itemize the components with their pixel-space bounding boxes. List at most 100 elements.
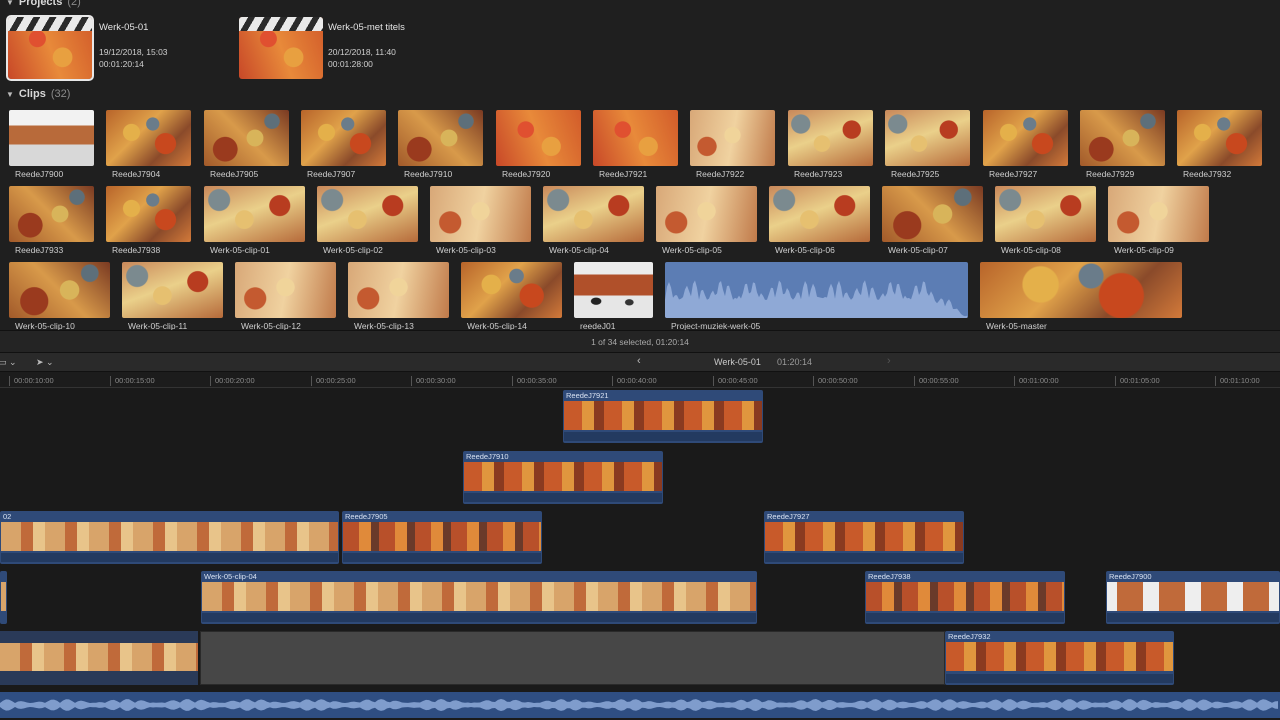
clip-item[interactable]: Werk-05-master	[980, 262, 1182, 331]
clip-thumbnail	[885, 110, 970, 166]
clip-item[interactable]: Werk-05-clip-11	[122, 262, 223, 331]
clip-thumbnail	[543, 186, 644, 242]
clip-thumbnail	[690, 110, 775, 166]
clip-item[interactable]: Project-muziek-werk-05	[665, 262, 968, 331]
clip-item[interactable]: Werk-05-clip-03	[430, 186, 531, 255]
clapperboard-icon	[239, 17, 323, 31]
clip-item[interactable]: ReedeJ7904	[106, 110, 191, 179]
clip-item[interactable]: ReedeJ7927	[983, 110, 1068, 179]
clip-item[interactable]: ReedeJ7921	[593, 110, 678, 179]
audio-track[interactable]	[0, 692, 1280, 718]
layout-menu-icon[interactable]: ▭ ⌄	[0, 357, 17, 368]
projects-header[interactable]: ▼ Projects (2)	[6, 0, 81, 8]
chevron-left-icon[interactable]: ‹	[637, 355, 641, 367]
disclosure-triangle-icon[interactable]: ▼	[6, 90, 14, 99]
clapperboard-icon	[8, 17, 92, 31]
clip-thumbnail	[461, 262, 562, 318]
chevron-right-icon[interactable]: ›	[887, 355, 891, 367]
clip-filmstrip	[946, 642, 1173, 671]
clip-item[interactable]: Werk-05-clip-14	[461, 262, 562, 331]
clip-filmstrip	[1, 522, 338, 551]
waveform-graphic	[665, 280, 968, 318]
clip-item[interactable]: Werk-05-clip-10	[9, 262, 110, 331]
project-title: Werk-05-01	[99, 22, 149, 33]
clip-item[interactable]: ReedeJ7938	[106, 186, 191, 255]
clip-filmstrip	[464, 462, 662, 491]
timeline-duration: 01:20:14	[777, 357, 813, 367]
clip-item[interactable]: Werk-05-clip-07	[882, 186, 983, 255]
clip-filmstrip	[866, 582, 1064, 611]
ruler-tick: 00:00:55:00	[914, 376, 959, 386]
clip-item[interactable]: ReedeJ7929	[1080, 110, 1165, 179]
clip-item[interactable]: ReedeJ7932	[1177, 110, 1262, 179]
clip-item[interactable]: Werk-05-clip-13	[348, 262, 449, 331]
timeline-clip[interactable]: ReedeJ7905	[342, 511, 542, 564]
timeline-clip-fragment[interactable]	[0, 571, 7, 624]
timeline-clip[interactable]: ReedeJ7938	[865, 571, 1065, 624]
project-date: 19/12/2018, 15:03	[99, 47, 168, 57]
clip-thumbnail	[9, 186, 94, 242]
project-date: 20/12/2018, 11:40	[328, 47, 396, 57]
clip-item[interactable]: ReedeJ7910	[398, 110, 483, 179]
timeline-clip[interactable]: ReedeJ7932	[945, 631, 1174, 685]
clip-item[interactable]: Werk-05-clip-02	[317, 186, 418, 255]
clip-item[interactable]: ReedeJ7923	[788, 110, 873, 179]
timeline-ruler[interactable]: 00:00:10:00 00:00:15:00 00:00:20:00 00:0…	[0, 372, 1280, 388]
clip-item[interactable]: ReedeJ7920	[496, 110, 581, 179]
timeline-clip[interactable]: Werk-05-clip-04	[201, 571, 757, 624]
clip-item[interactable]: ReedeJ7933	[9, 186, 94, 255]
clips-header[interactable]: ▼ Clips (32)	[6, 88, 70, 100]
clip-thumbnail	[882, 186, 983, 242]
timeline-clip[interactable]: ReedeJ7927	[764, 511, 964, 564]
clip-item[interactable]: ReedeJ7900	[9, 110, 94, 179]
timeline-clip[interactable]: 02	[0, 511, 339, 564]
clip-item[interactable]: reedeJ01	[574, 262, 653, 331]
timeline-header: ▭ ⌄ ➤ ⌄ ‹ Werk-05-01 01:20:14 ›	[0, 352, 1280, 372]
clip-item[interactable]: ReedeJ7905	[204, 110, 289, 179]
select-tool-icon[interactable]: ➤ ⌄	[36, 357, 54, 368]
project-meta: 19/12/2018, 15:03 00:01:20:14	[99, 46, 168, 70]
clip-thumbnail	[317, 186, 418, 242]
clip-thumbnail	[496, 110, 581, 166]
clip-thumbnail	[656, 186, 757, 242]
clip-filmstrip	[564, 401, 762, 430]
clip-item[interactable]: ReedeJ7907	[301, 110, 386, 179]
clip-thumbnail	[106, 110, 191, 166]
timeline-area[interactable]: ReedeJ7921 ReedeJ7910 02 ReedeJ7905 Reed…	[0, 388, 1280, 720]
selection-status: 1 of 34 selected, 01:20:14	[0, 330, 1280, 352]
clip-thumbnail	[9, 262, 110, 318]
clip-item[interactable]: Werk-05-clip-01	[204, 186, 305, 255]
ruler-tick: 00:00:35:00	[512, 376, 557, 386]
clip-thumbnail	[398, 110, 483, 166]
clip-item[interactable]: Werk-05-clip-06	[769, 186, 870, 255]
clip-item[interactable]: Werk-05-clip-04	[543, 186, 644, 255]
clip-thumbnail	[1108, 186, 1209, 242]
clip-filmstrip	[202, 582, 756, 611]
clip-thumbnail	[301, 110, 386, 166]
timeline-clip[interactable]: ReedeJ7910	[463, 451, 663, 504]
clip-item[interactable]: Werk-05-clip-12	[235, 262, 336, 331]
ruler-tick: 00:01:05:00	[1115, 376, 1160, 386]
clip-thumbnail	[788, 110, 873, 166]
clip-filmstrip	[1, 582, 6, 611]
project-thumbnail[interactable]	[239, 17, 323, 79]
project-thumbnail[interactable]	[6, 15, 94, 81]
clip-item[interactable]: Werk-05-clip-05	[656, 186, 757, 255]
ruler-tick: 00:00:40:00	[612, 376, 657, 386]
primary-storyline-clip[interactable]	[0, 631, 198, 685]
clip-thumbnail	[204, 110, 289, 166]
clip-thumbnail	[348, 262, 449, 318]
media-browser: ▼ Projects (2) Werk-05-01 19/12/2018, 15…	[0, 0, 1280, 352]
clip-item[interactable]: Werk-05-clip-08	[995, 186, 1096, 255]
timeline-clip[interactable]: ReedeJ7900	[1106, 571, 1280, 624]
timeline-clip[interactable]: ReedeJ7921	[563, 390, 763, 443]
clip-item[interactable]: ReedeJ7925	[885, 110, 970, 179]
disclosure-triangle-icon[interactable]: ▼	[6, 0, 14, 7]
project-meta: 20/12/2018, 11:40 00:01:28:00	[328, 46, 396, 70]
gap-clip[interactable]	[200, 631, 945, 685]
waveform-shape	[0, 699, 1278, 711]
project-title: Werk-05-met titels	[328, 22, 405, 33]
clip-item[interactable]: Werk-05-clip-09	[1108, 186, 1209, 255]
clip-item[interactable]: ReedeJ7922	[690, 110, 775, 179]
ruler-tick: 00:01:00:00	[1014, 376, 1059, 386]
